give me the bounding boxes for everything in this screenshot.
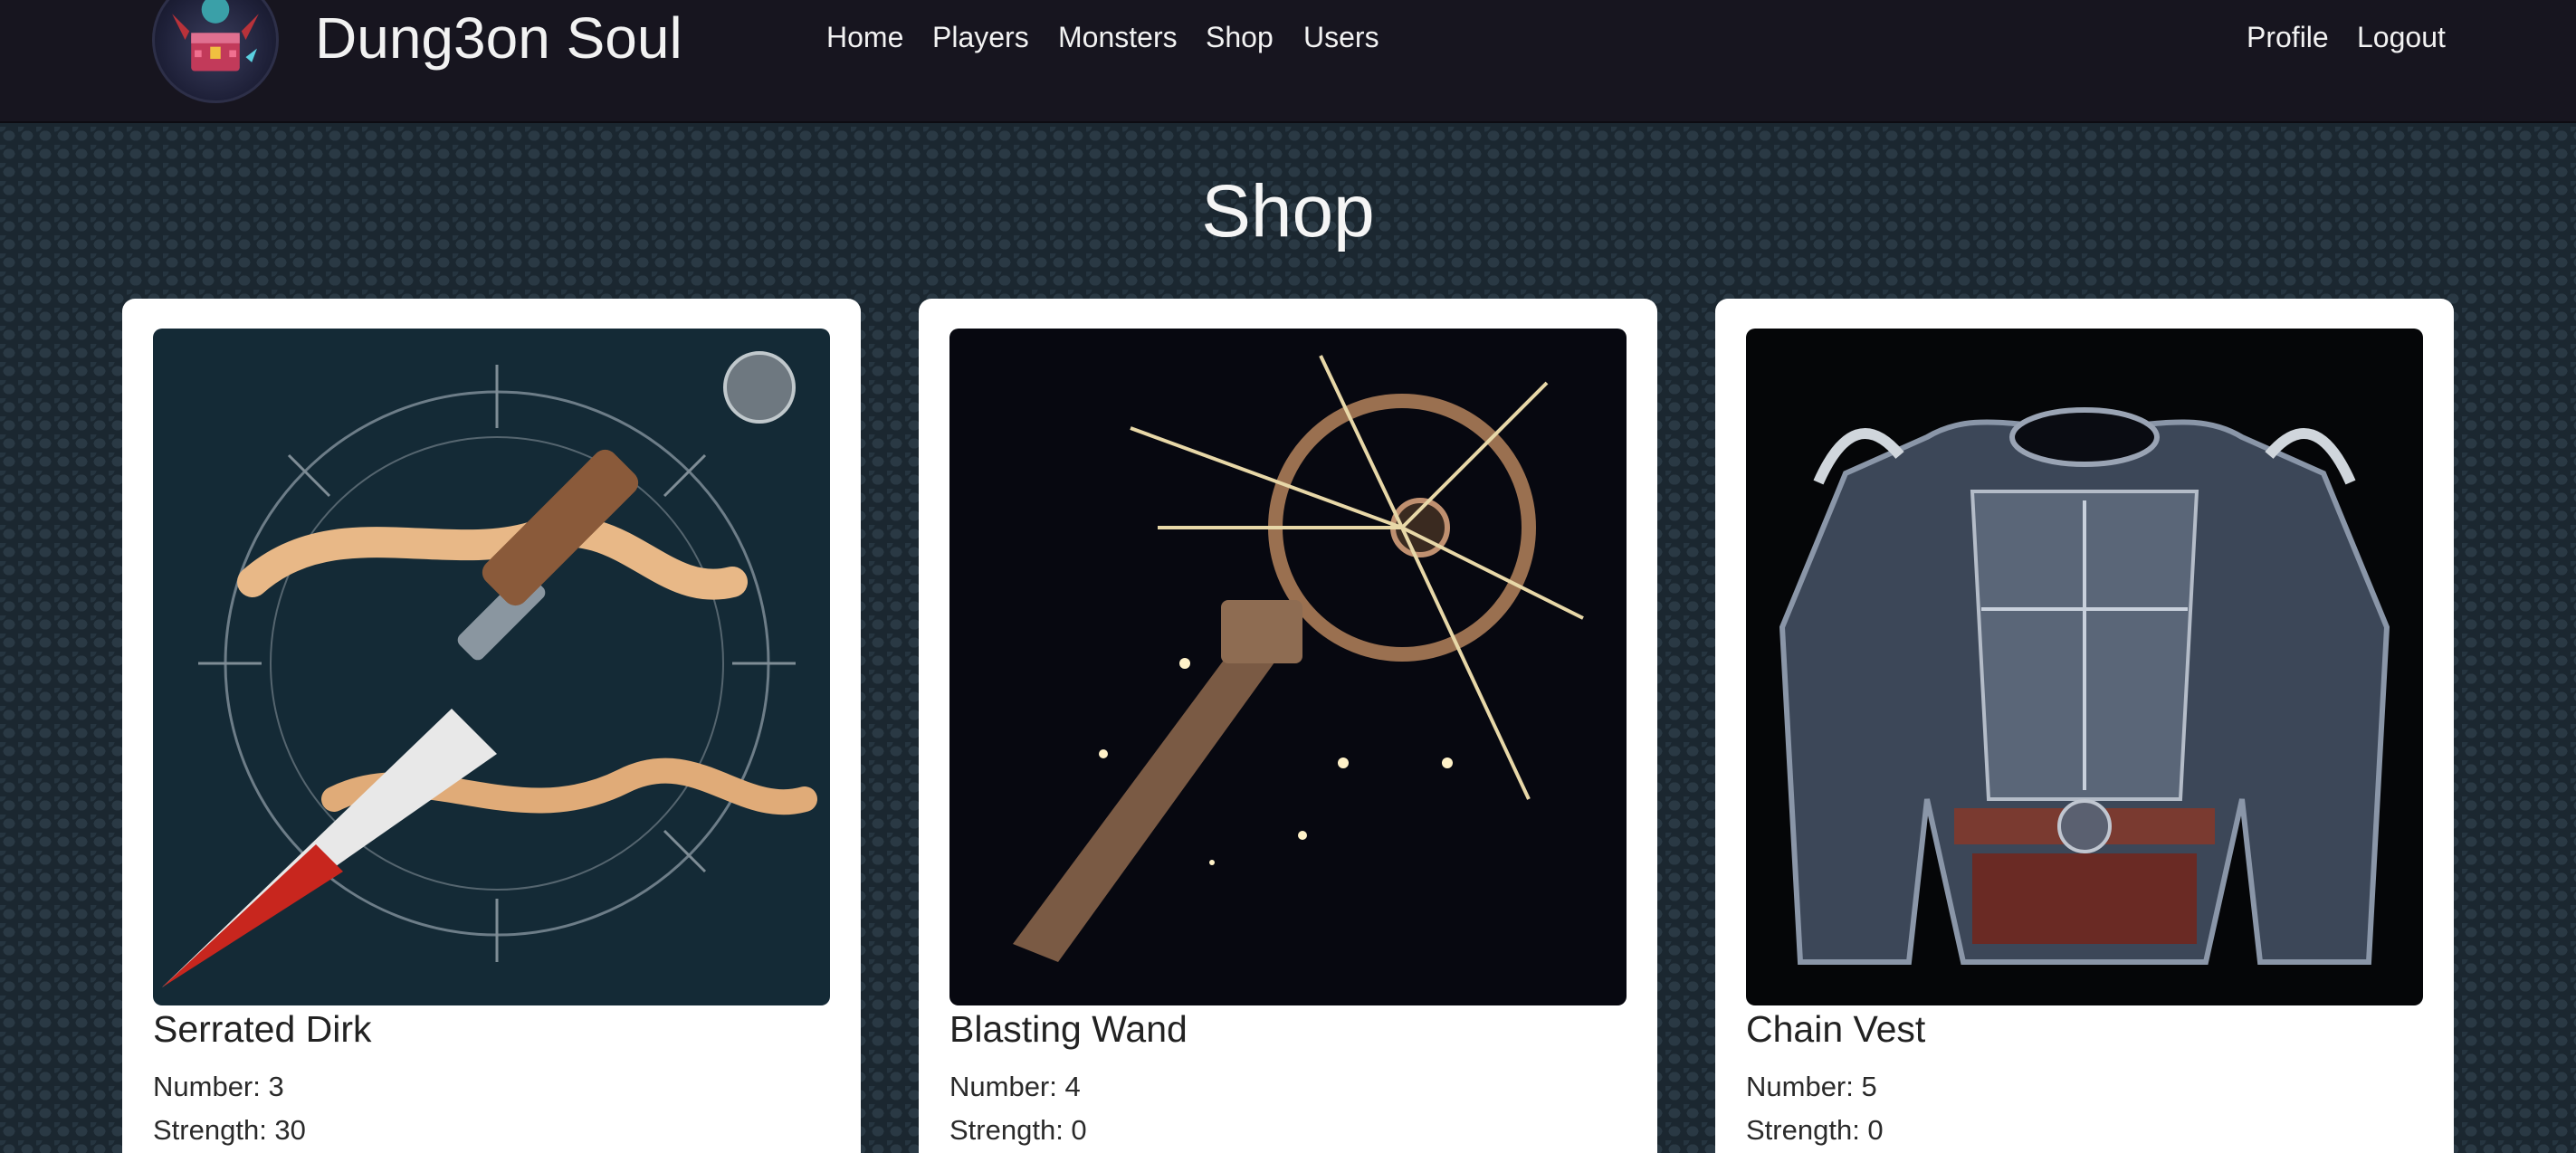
nav-players[interactable]: Players — [932, 20, 1029, 54]
item-number: Number: 4 — [949, 1071, 1081, 1102]
nav-shop[interactable]: Shop — [1206, 20, 1274, 54]
item-strength: Strength: 0 — [949, 1114, 1087, 1146]
page-title: Shop — [1201, 170, 1375, 253]
navbar: Dung3on Soul Home Players Monsters Shop … — [0, 0, 2576, 123]
item-name: Blasting Wand — [949, 1008, 1188, 1050]
item-strength: Strength: 0 — [1746, 1114, 1884, 1146]
armor-icon — [1746, 329, 2423, 1005]
item-number: Number: 5 — [1746, 1071, 1877, 1102]
nav-profile[interactable]: Profile — [2247, 20, 2329, 54]
shop-item-card[interactable]: Serrated Dirk Number: 3 Strength: 30 — [122, 299, 861, 1153]
item-name: Serrated Dirk — [153, 1008, 372, 1050]
nav-logout[interactable]: Logout — [2357, 20, 2446, 54]
nav-monsters[interactable]: Monsters — [1058, 20, 1178, 54]
item-strength: Strength: 30 — [153, 1114, 306, 1146]
logo-icon[interactable] — [152, 0, 279, 103]
shop-item-card[interactable]: Chain Vest Number: 5 Strength: 0 — [1715, 299, 2454, 1153]
shop-item-card[interactable]: Blasting Wand Number: 4 Strength: 0 — [919, 299, 1657, 1153]
wand-icon — [949, 329, 1627, 1005]
nav-home[interactable]: Home — [826, 20, 903, 54]
brand-title[interactable]: Dung3on Soul — [315, 5, 682, 71]
item-name: Chain Vest — [1746, 1008, 1926, 1050]
dagger-icon — [153, 329, 830, 1005]
nav-users[interactable]: Users — [1303, 20, 1379, 54]
item-number: Number: 3 — [153, 1071, 284, 1102]
